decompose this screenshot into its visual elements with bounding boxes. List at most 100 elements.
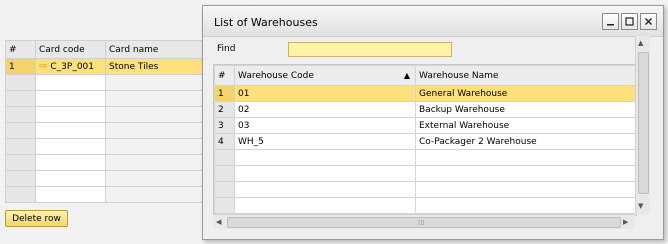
table-row[interactable] [5,138,206,155]
table-row [214,165,636,182]
column-header-number[interactable]: # [5,40,36,59]
card-code-cell[interactable] [35,154,106,171]
warehouse-name-cell[interactable]: Backup Warehouse [415,101,636,118]
column-header-card-name[interactable]: Card name [105,40,206,59]
row-number [5,138,36,155]
table-row[interactable] [5,154,206,171]
table-row [214,197,636,214]
card-code-cell[interactable]: ⇨ C_3P_001 [35,58,106,75]
card-name-cell[interactable] [105,154,206,171]
card-code-cell[interactable] [35,122,106,139]
window-controls [602,13,657,30]
column-header-warehouse-name[interactable]: Warehouse Name [415,65,636,86]
card-code-cell[interactable] [35,74,106,91]
row-number [5,170,36,187]
list-of-warehouses-dialog: List of Warehouses Find # Warehouse Code… [202,5,664,240]
table-row[interactable] [5,106,206,123]
scroll-left-icon[interactable]: ◀ [216,218,221,226]
warehouse-code-cell[interactable]: 03 [234,117,416,134]
table-row[interactable] [5,186,206,203]
table-row[interactable]: 1 01 General Warehouse [214,85,636,102]
vertical-scrollbar[interactable]: ▲ ▼ [635,36,650,214]
dialog-title: List of Warehouses [214,16,318,29]
warehouse-name-cell[interactable]: General Warehouse [415,85,636,102]
grip-icon: ⁞⁞⁞ [418,219,425,227]
warehouse-grid: # Warehouse Code ▲ Warehouse Name 1 01 Ge… [213,64,637,216]
warehouse-table: # Warehouse Code ▲ Warehouse Name 1 01 Ge… [214,65,636,214]
card-code-cell[interactable] [35,138,106,155]
delete-row-button[interactable]: Delete row [5,210,68,227]
card-name-cell[interactable] [105,170,206,187]
row-number [5,74,36,91]
table-row[interactable] [5,74,206,91]
sort-ascending-icon[interactable]: ▲ [404,71,410,80]
card-code-value: C_3P_001 [50,62,95,72]
table-row[interactable] [5,122,206,139]
card-code-cell[interactable] [35,90,106,107]
card-code-cell[interactable] [35,170,106,187]
horizontal-scrollbar[interactable]: ◀ ⁞⁞⁞ ▶ [213,214,635,229]
warehouse-code-cell[interactable]: 01 [234,85,416,102]
row-number [5,186,36,203]
row-number: 2 [214,101,235,118]
warehouse-code-cell[interactable]: WH_5 [234,133,416,150]
title-bar[interactable]: List of Warehouses [203,6,663,37]
table-row[interactable]: 2 02 Backup Warehouse [214,101,636,118]
column-header-number[interactable]: # [214,65,235,86]
table-row[interactable]: 3 03 External Warehouse [214,117,636,134]
table-row[interactable] [5,170,206,187]
close-icon[interactable] [640,13,657,30]
card-name-cell[interactable] [105,90,206,107]
find-label: Find [217,44,236,54]
card-code-cell[interactable] [35,106,106,123]
row-number [5,122,36,139]
table-row[interactable]: 1 ⇨ C_3P_001 Stone Tiles [5,58,206,75]
find-input[interactable] [288,42,452,57]
warehouse-code-cell [234,165,416,182]
card-name-cell[interactable] [105,106,206,123]
table-row [214,181,636,198]
row-number: 3 [214,117,235,134]
minimize-icon[interactable] [602,13,619,30]
warehouse-code-cell [234,149,416,166]
vertical-scroll-thumb[interactable] [638,52,649,194]
warehouse-name-cell [415,197,636,214]
warehouse-code-cell[interactable]: 02 [234,101,416,118]
row-number [5,90,36,107]
column-header-warehouse-code-label: Warehouse Code [238,70,314,81]
row-number: 1 [214,85,235,102]
warehouse-name-cell [415,149,636,166]
scroll-right-icon[interactable]: ▶ [623,218,628,226]
table-row[interactable]: 4 WH_5 Co-Packager 2 Warehouse [214,133,636,150]
table-row[interactable] [5,90,206,107]
warehouse-name-cell [415,165,636,182]
scroll-up-icon[interactable]: ▲ [638,39,643,47]
card-name-cell[interactable] [105,138,206,155]
row-number [5,106,36,123]
card-code-cell[interactable] [35,186,106,203]
card-name-cell[interactable] [105,74,206,91]
row-number [214,181,235,198]
maximize-icon[interactable] [621,13,638,30]
table-row [214,149,636,166]
warehouse-code-cell [234,181,416,198]
warehouse-code-cell [234,197,416,214]
scroll-down-icon[interactable]: ▼ [638,202,643,210]
warehouse-name-cell[interactable]: External Warehouse [415,117,636,134]
row-number: 4 [214,133,235,150]
row-number [214,197,235,214]
warehouse-name-cell [415,181,636,198]
arrow-link-icon[interactable]: ⇨ [39,61,47,72]
card-name-cell[interactable]: Stone Tiles [105,58,206,75]
card-name-cell[interactable] [105,122,206,139]
row-number [214,165,235,182]
card-grid: # Card code Card name 1 ⇨ C_3P_001 Stone … [5,40,206,203]
column-header-card-code[interactable]: Card code [35,40,106,59]
row-number [5,154,36,171]
row-number [214,149,235,166]
horizontal-scroll-thumb[interactable]: ⁞⁞⁞ [227,217,621,228]
column-header-warehouse-code[interactable]: Warehouse Code ▲ [234,65,416,86]
row-number: 1 [5,58,36,75]
warehouse-name-cell[interactable]: Co-Packager 2 Warehouse [415,133,636,150]
card-name-cell[interactable] [105,186,206,203]
